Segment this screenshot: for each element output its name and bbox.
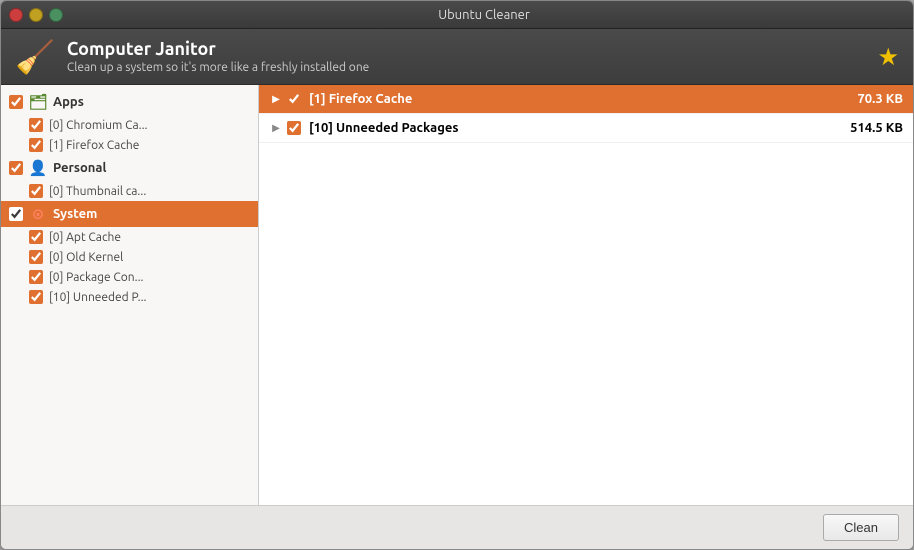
content-row-firefox[interactable]: ▶ [1] Firefox Cache 70.3 KB <box>259 85 913 114</box>
expander-unneeded-icon[interactable]: ▶ <box>269 121 283 135</box>
clean-button[interactable]: Clean <box>823 514 899 541</box>
apps-folder-icon: 🗂 <box>29 93 47 111</box>
sidebar-category-personal[interactable]: 👤 Personal <box>1 155 258 181</box>
content-firefox-checkbox[interactable] <box>287 92 301 106</box>
system-icon: ⊙ <box>29 205 47 223</box>
bottom-bar: Clean <box>1 505 913 549</box>
sidebar-item-old-kernel[interactable]: [0] Old Kernel <box>1 247 258 267</box>
sidebar-item-chromium[interactable]: [0] Chromium Ca... <box>1 115 258 135</box>
chromium-label: [0] Chromium Ca... <box>49 119 148 132</box>
sidebar-item-firefox[interactable]: [1] Firefox Cache <box>1 135 258 155</box>
apps-label: Apps <box>53 95 84 109</box>
system-checkbox[interactable] <box>9 207 23 221</box>
thumbnail-checkbox[interactable] <box>29 184 43 198</box>
content-firefox-size: 70.3 KB <box>823 92 903 106</box>
header-text: Computer Janitor Clean up a system so it… <box>67 39 369 74</box>
expander-firefox-icon[interactable]: ▶ <box>269 92 283 106</box>
old-kernel-label: [0] Old Kernel <box>49 251 123 264</box>
app-title: Computer Janitor <box>67 39 369 59</box>
sidebar-item-package-con[interactable]: [0] Package Con... <box>1 267 258 287</box>
content-unneeded-checkbox[interactable] <box>287 121 301 135</box>
sidebar-item-thumbnail[interactable]: [0] Thumbnail ca... <box>1 181 258 201</box>
content-firefox-label: [1] Firefox Cache <box>309 92 823 106</box>
apt-label: [0] Apt Cache <box>49 231 121 244</box>
main-area: 🗂 Apps [0] Chromium Ca... [1] Firefox Ca… <box>1 85 913 505</box>
window-title: Ubuntu Cleaner <box>63 8 905 22</box>
content-unneeded-size: 514.5 KB <box>823 121 903 135</box>
unneeded-p-checkbox[interactable] <box>29 290 43 304</box>
firefox-checkbox[interactable] <box>29 138 43 152</box>
apt-checkbox[interactable] <box>29 230 43 244</box>
package-con-checkbox[interactable] <box>29 270 43 284</box>
star-icon: ★ <box>877 43 899 71</box>
content-panel: ▶ [1] Firefox Cache 70.3 KB ▶ [10] Unnee… <box>259 85 913 505</box>
content-unneeded-label: [10] Unneeded Packages <box>309 121 823 135</box>
maximize-button[interactable] <box>49 8 63 22</box>
minimize-button[interactable] <box>29 8 43 22</box>
unneeded-p-label: [10] Unneeded P... <box>49 291 147 304</box>
content-row-unneeded[interactable]: ▶ [10] Unneeded Packages 514.5 KB <box>259 114 913 143</box>
personal-checkbox[interactable] <box>9 161 23 175</box>
close-button[interactable] <box>9 8 23 22</box>
sidebar-category-apps[interactable]: 🗂 Apps <box>1 89 258 115</box>
firefox-label: [1] Firefox Cache <box>49 139 139 152</box>
thumbnail-label: [0] Thumbnail ca... <box>49 185 146 198</box>
personal-label: Personal <box>53 161 106 175</box>
app-header: 🧹 Computer Janitor Clean up a system so … <box>1 29 913 85</box>
app-subtitle: Clean up a system so it's more like a fr… <box>67 61 369 74</box>
chromium-checkbox[interactable] <box>29 118 43 132</box>
apps-checkbox[interactable] <box>9 95 23 109</box>
old-kernel-checkbox[interactable] <box>29 250 43 264</box>
sidebar-category-system[interactable]: ⊙ System <box>1 201 258 227</box>
system-label: System <box>53 207 97 221</box>
sidebar-item-unneeded-p[interactable]: [10] Unneeded P... <box>1 287 258 307</box>
titlebar: Ubuntu Cleaner <box>1 1 913 29</box>
personal-icon: 👤 <box>29 159 47 177</box>
sidebar-item-apt[interactable]: [0] Apt Cache <box>1 227 258 247</box>
broom-icon: 🧹 <box>15 41 55 73</box>
package-con-label: [0] Package Con... <box>49 271 144 284</box>
main-window: Ubuntu Cleaner 🧹 Computer Janitor Clean … <box>0 0 914 550</box>
sidebar: 🗂 Apps [0] Chromium Ca... [1] Firefox Ca… <box>1 85 259 505</box>
titlebar-buttons <box>9 8 63 22</box>
